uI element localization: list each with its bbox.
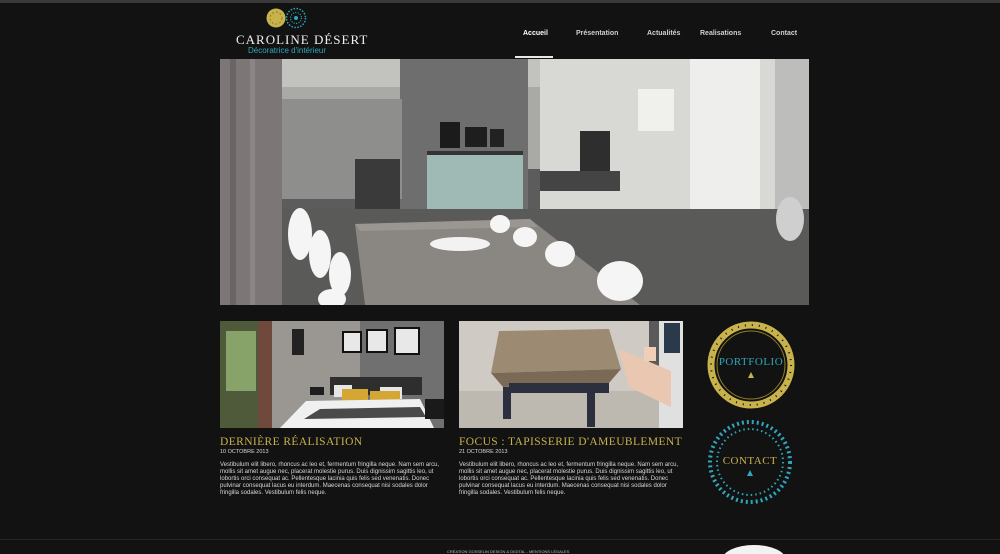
footer-credits[interactable]: CRÉATION GOSSELIN DESIGN & DIGITAL - MEN…: [447, 549, 569, 554]
bedroom-image[interactable]: [220, 321, 444, 428]
portfolio-circle-button[interactable]: PORTFOLIO: [706, 320, 796, 410]
active-nav-indicator: [515, 56, 553, 58]
nav-item-accueil[interactable]: Accueil: [523, 30, 548, 37]
nav-item-presentation[interactable]: Présentation: [576, 30, 618, 37]
nav-item-contact[interactable]: Contact: [771, 30, 797, 37]
footer-divider: [0, 539, 1000, 540]
portfolio-label: PORTFOLIO: [718, 356, 784, 368]
card-date: 21 OCTOBRE 2013: [459, 449, 508, 455]
nav-item-actualites[interactable]: Actualités: [647, 30, 680, 37]
contact-label: CONTACT: [722, 455, 778, 467]
main-navigation: Accueil Présentation Actualités Realisat…: [505, 26, 815, 58]
card-date: 10 OCTOBRE 2013: [220, 449, 269, 455]
card-title[interactable]: FOCUS : TAPISSERIE D'AMEUBLEMENT: [459, 436, 683, 448]
upholstery-image[interactable]: [459, 321, 683, 428]
card-excerpt: Vestibulum elit libero, rhoncus ac leo e…: [459, 462, 679, 496]
top-border: [0, 0, 1000, 3]
hero-image: [220, 59, 809, 305]
logo-circles-icon: [266, 7, 307, 29]
site-logo[interactable]: CAROLINE DÉSERT Décoratrice d'intérieur: [230, 6, 367, 55]
card-focus-upholstery: FOCUS : TAPISSERIE D'AMEUBLEMENT 21 OCTO…: [459, 321, 683, 497]
card-title[interactable]: DERNIÈRE RÉALISATION: [220, 436, 444, 448]
contact-circle-button[interactable]: CONTACT: [705, 417, 795, 507]
brand-tagline: Décoratrice d'intérieur: [248, 46, 327, 55]
card-latest-project: DERNIÈRE RÉALISATION 10 OCTOBRE 2013 Ves…: [220, 321, 444, 497]
triangle-up-icon: [748, 372, 754, 378]
footer-bubble: [722, 545, 786, 554]
nav-item-realisations[interactable]: Realisations: [700, 30, 741, 37]
card-excerpt: Vestibulum elit libero, rhoncus ac leo e…: [220, 462, 440, 496]
triangle-up-icon: [747, 470, 753, 476]
